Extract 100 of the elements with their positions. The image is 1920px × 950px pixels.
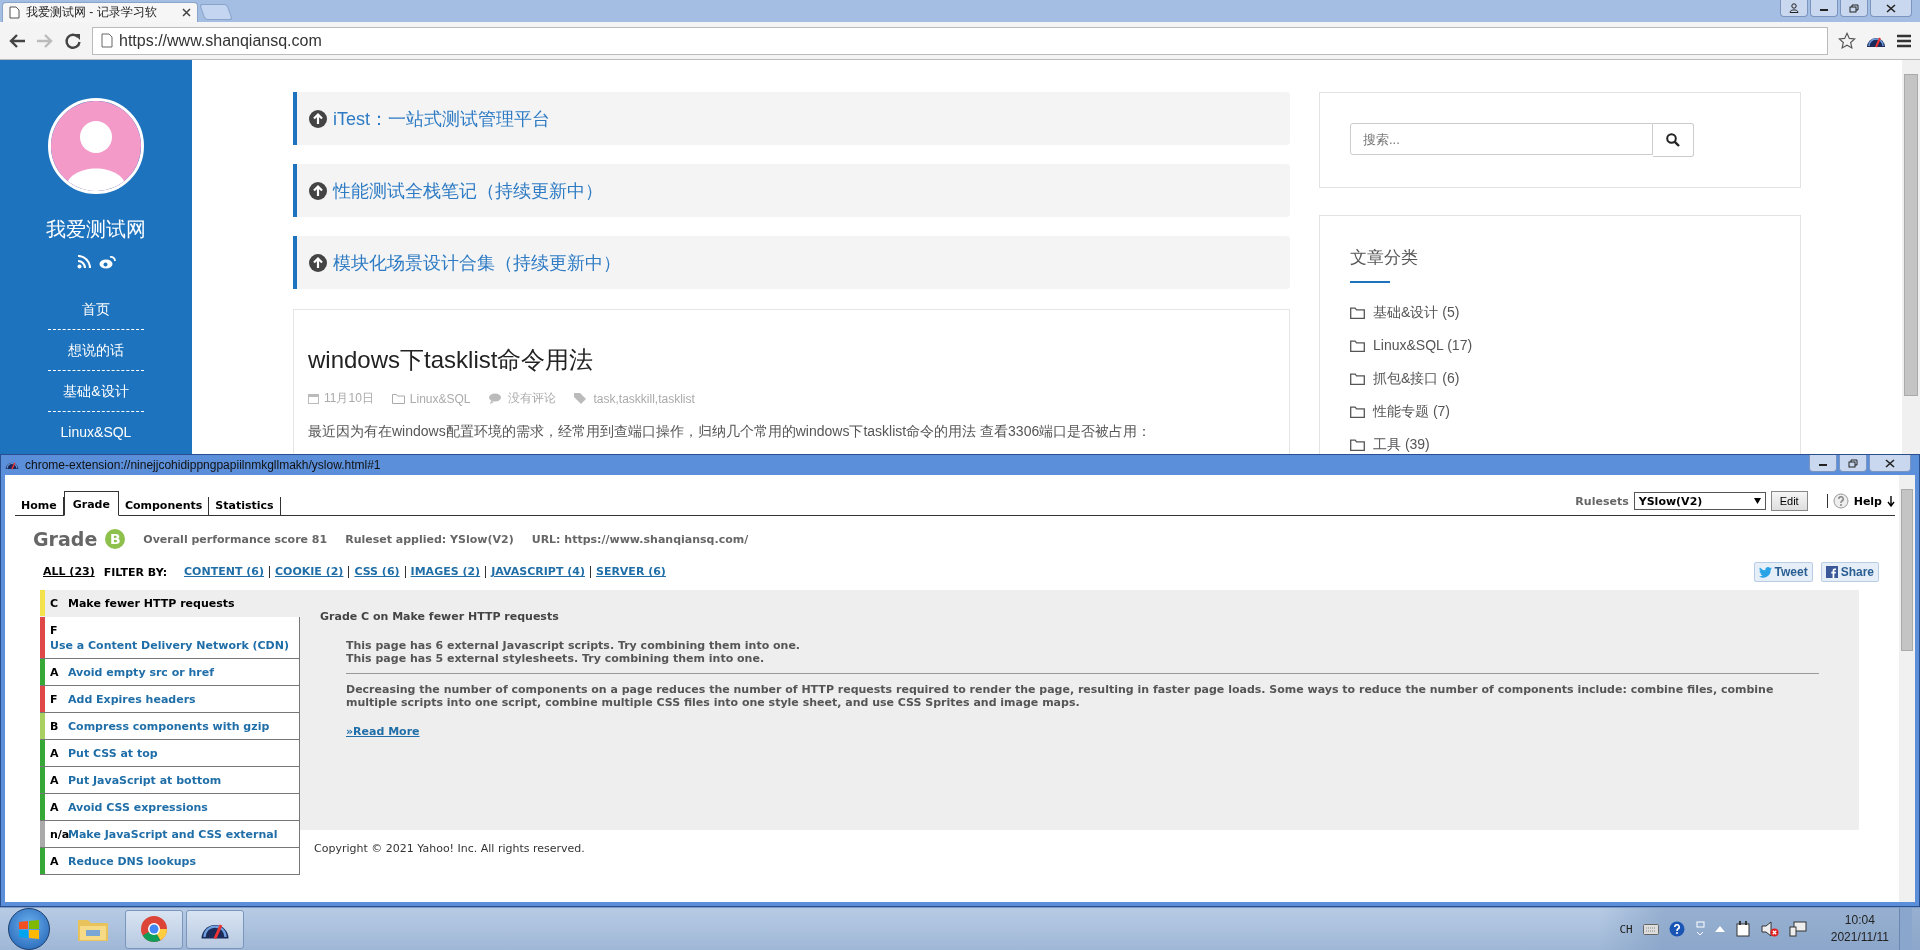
detail-description: Decreasing the number of components on a page reduces the number of HTTP requests required to render the page, resulting in faster page loads. Some ways to reduce the number of components include: combine files, combine multiple scripts into one script, combine multiple CSS files into one style sheet, and use CSS Sprites and image maps. xyxy=(346,683,1775,709)
tab[interactable]: Statistics xyxy=(209,497,281,515)
search-button[interactable] xyxy=(1653,123,1694,157)
start-button[interactable] xyxy=(8,908,50,950)
article-title[interactable]: windows下tasklist命令用法 xyxy=(308,344,1275,376)
rule-item[interactable]: A Reduce DNS lookups xyxy=(40,848,300,875)
comments-icon xyxy=(488,393,503,404)
search-icon xyxy=(1666,133,1680,147)
rule-item[interactable]: A Put CSS at top xyxy=(40,740,300,767)
filter-link[interactable]: SERVER (6) xyxy=(590,566,671,578)
tab[interactable]: Grade xyxy=(63,491,119,516)
detail-message: This page has 6 external Javascript scripts. Try combining them into one. xyxy=(346,639,802,652)
sticky-post-link[interactable]: iTest：一站式测试管理平台 xyxy=(293,92,1290,145)
nav-link[interactable]: 基础&设计 xyxy=(48,371,144,412)
nav-link[interactable]: 首页 xyxy=(48,289,144,330)
restore-button[interactable] xyxy=(1840,0,1868,17)
share-button[interactable]: Share xyxy=(1820,562,1879,582)
rss-icon[interactable] xyxy=(76,255,91,269)
tab[interactable]: Home xyxy=(15,497,64,515)
bird-icon xyxy=(1758,566,1772,578)
folder-icon xyxy=(1350,339,1365,352)
rule-item[interactable]: A Avoid empty src or href xyxy=(40,659,300,686)
user-button[interactable] xyxy=(1780,0,1808,17)
ruleset-dropdown[interactable]: YSlow(V2) xyxy=(1633,492,1766,510)
user-icon xyxy=(1789,3,1799,13)
copyright-text: Copyright © 2021 Yahoo! Inc. All rights reserved. xyxy=(313,841,586,855)
taskbar-button[interactable] xyxy=(186,909,244,949)
star-icon[interactable] xyxy=(1838,31,1856,50)
article-excerpt: 最近因为有在windows配置环境的需求，经常用到查端口操作，归纳几个常用的windows下tasklist命令的用法 查看3306端口是否被占用： xyxy=(308,423,1153,441)
help-link[interactable]: Help xyxy=(1853,494,1882,508)
rulesets-label: Rulesets xyxy=(1575,494,1629,508)
browser-tab[interactable]: 我爱测试网 - 记录学习软 xyxy=(2,2,198,22)
filter-link[interactable]: ALL (23) xyxy=(43,566,100,578)
rule-item[interactable]: n/aMake JavaScript and CSS external xyxy=(40,821,300,848)
tag-icon xyxy=(573,392,589,405)
read-more-link[interactable]: »Read More xyxy=(346,725,420,738)
filter-link[interactable]: JAVASCRIPT (4) xyxy=(486,566,591,578)
muted-speaker-icon[interactable] xyxy=(1760,921,1779,937)
clock[interactable]: 10:04 2021/11/11 xyxy=(1830,912,1889,946)
rule-item[interactable]: F Use a Content Delivery Network (CDN) xyxy=(40,617,300,659)
grade-badge: B xyxy=(105,529,126,549)
tweet-button[interactable]: Tweet xyxy=(1753,562,1813,582)
close-icon xyxy=(1885,458,1895,468)
close-button[interactable] xyxy=(1870,0,1912,17)
reload-icon[interactable] xyxy=(64,31,82,50)
rule-item[interactable]: B Compress components with gzip xyxy=(40,713,300,740)
restore-icon xyxy=(1849,3,1859,13)
restore-button[interactable] xyxy=(1839,455,1867,472)
network-icon[interactable] xyxy=(1788,921,1807,937)
nav-link[interactable]: 想说的话 xyxy=(48,330,144,371)
page-icon xyxy=(9,6,20,19)
rule-item[interactable]: C Make fewer HTTP requests xyxy=(40,590,300,617)
keyboard-icon[interactable] xyxy=(1642,923,1659,935)
arrow-up-circle-icon xyxy=(309,181,327,200)
close-button[interactable] xyxy=(1869,455,1911,472)
edit-button[interactable]: Edit xyxy=(1770,491,1808,511)
tab[interactable]: Components xyxy=(118,497,210,515)
category-link[interactable]: 工具 (39) xyxy=(1373,435,1430,454)
help-icon[interactable] xyxy=(1832,493,1849,509)
detail-message: This page has 5 external stylesheets. Try combining them into one. xyxy=(346,652,766,665)
rule-item[interactable]: F Add Expires headers xyxy=(40,686,300,713)
caret-icon xyxy=(1753,498,1761,504)
filter-label: FILTER BY: xyxy=(103,565,168,579)
folder-icon xyxy=(391,393,405,404)
close-icon[interactable] xyxy=(182,8,191,17)
filter-link[interactable]: IMAGES (2) xyxy=(405,566,487,578)
folder-icon xyxy=(1350,405,1365,418)
rule-item[interactable]: A Put JavaScript at bottom xyxy=(40,767,300,794)
site-title[interactable]: 我爱测试网 xyxy=(46,216,146,243)
rule-item[interactable]: A Avoid CSS expressions xyxy=(40,794,300,821)
widget-title: 文章分类 xyxy=(1350,247,1419,269)
filter-link[interactable]: COOKIE (2) xyxy=(269,566,350,578)
category-link[interactable]: 抓包&接口 (6) xyxy=(1373,369,1460,388)
browser-icon xyxy=(140,915,168,943)
filter-link[interactable]: CONTENT (6) xyxy=(179,566,270,578)
minimize-button[interactable] xyxy=(1810,0,1838,17)
arrow-up-circle-icon xyxy=(309,109,327,128)
category-link[interactable]: Linux&SQL (17) xyxy=(1373,336,1473,355)
sticky-post-link[interactable]: 模块化场景设计合集（持续更新中） xyxy=(293,236,1290,289)
folder-icon xyxy=(1350,306,1365,319)
scrollbar[interactable] xyxy=(1902,60,1920,454)
down-arrow-icon[interactable] xyxy=(1887,495,1895,507)
grade-label: Grade xyxy=(33,528,98,550)
minimize-button[interactable] xyxy=(1809,455,1837,472)
folder-icon xyxy=(1350,372,1365,385)
sticky-post-link[interactable]: 性能测试全栈笔记（持续更新中） xyxy=(293,164,1290,217)
help-icon[interactable] xyxy=(1668,921,1685,937)
gauge-icon xyxy=(5,460,19,470)
date-label: 11月10日 xyxy=(324,390,374,407)
category-link[interactable]: 基础&设计 (5) xyxy=(1373,303,1460,322)
address-bar[interactable]: https://www.shanqiansq.com xyxy=(92,26,1828,55)
language-indicator[interactable]: CH xyxy=(1619,922,1633,936)
back-icon[interactable] xyxy=(8,32,26,49)
menu-icon[interactable] xyxy=(1896,33,1912,48)
facebook-icon xyxy=(1825,566,1838,578)
filter-link[interactable]: CSS (6) xyxy=(349,566,406,578)
nav-link[interactable]: Linux&SQL xyxy=(48,412,144,452)
category-link[interactable]: 性能专题 (7) xyxy=(1373,402,1450,421)
weibo-icon[interactable] xyxy=(98,255,116,269)
scrollbar[interactable] xyxy=(1899,475,1915,902)
